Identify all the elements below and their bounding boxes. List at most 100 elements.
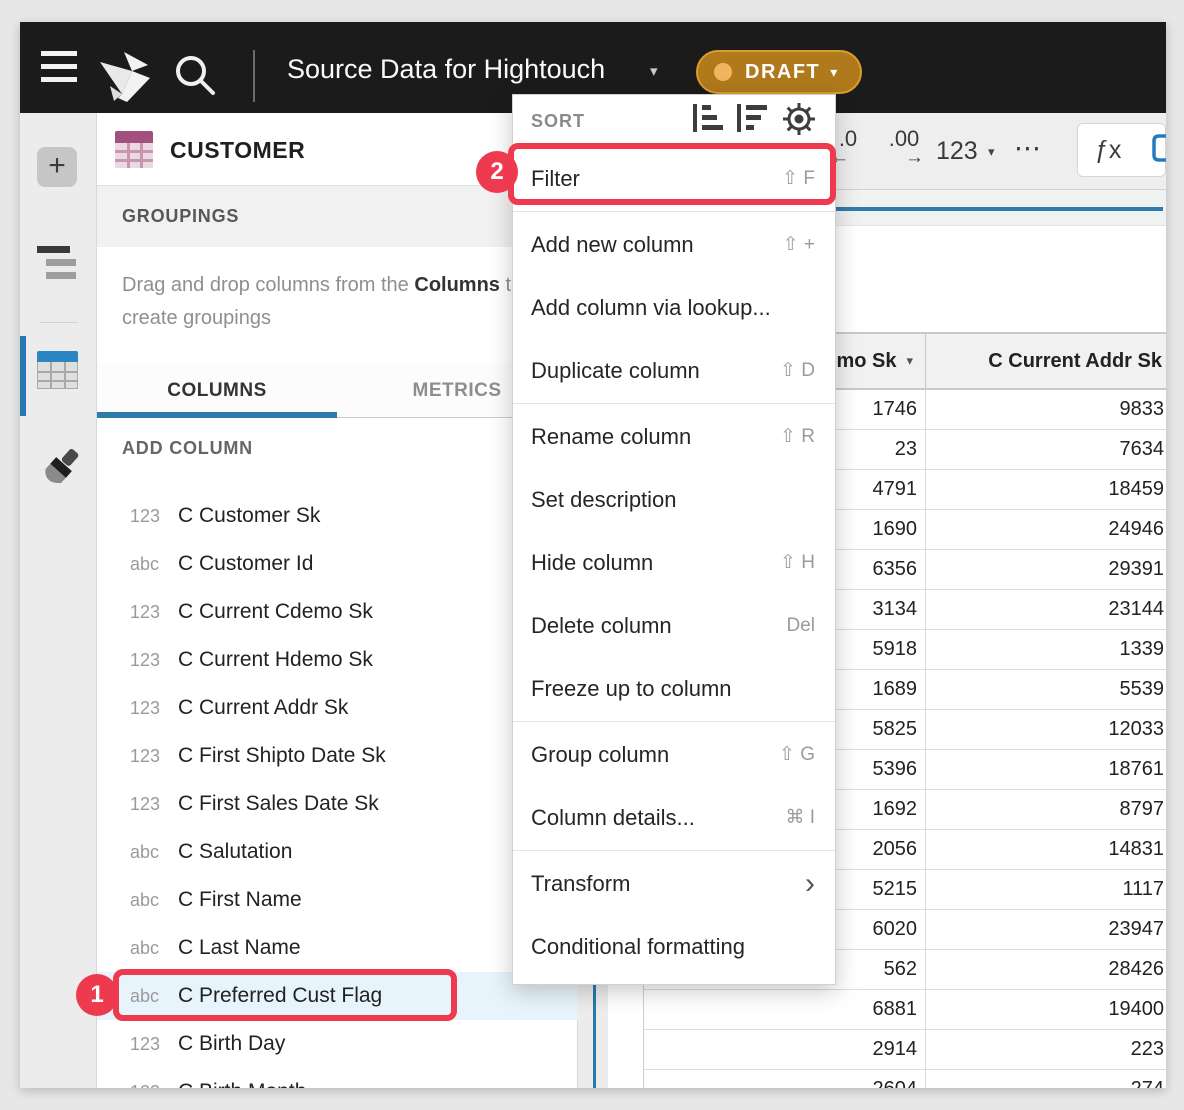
column-label: C Current Hdemo Sk	[178, 648, 373, 672]
add-element-button[interactable]: +	[37, 147, 77, 187]
increase-decimal-arrow-icon: →	[880, 149, 928, 167]
table-row[interactable]: 2914 223	[644, 1030, 1166, 1070]
sort-settings-gear-icon[interactable]	[781, 101, 817, 142]
column-header-addr[interactable]: C Current Addr Sk	[926, 334, 1166, 388]
column-list-item[interactable]: 123 C Birth Month	[97, 1068, 578, 1088]
cell-addr: 28426	[926, 950, 1166, 989]
column-type-badge: abc	[130, 986, 170, 1007]
column-label: C Last Name	[178, 936, 301, 960]
app-window: Source Data for Hightouch ▾ DRAFT ▾ .0 ←…	[20, 22, 1166, 1088]
table-panel-icon[interactable]	[37, 351, 78, 389]
annotation-step-2-badge: 2	[476, 151, 518, 193]
column-list-item[interactable]: 123 C Current Cdemo Sk	[97, 588, 578, 636]
sort-descending-icon[interactable]	[737, 103, 767, 140]
column-label: C Current Cdemo Sk	[178, 600, 373, 624]
cell-addr: 23144	[926, 590, 1166, 629]
cell-hdemo: 2604	[644, 1070, 926, 1088]
number-format-caret-icon[interactable]: ▾	[988, 144, 995, 160]
column-list-item[interactable]: 123 C First Sales Date Sk	[97, 780, 578, 828]
column-label: C Birth Day	[178, 1032, 285, 1056]
sort-ascending-icon[interactable]	[693, 103, 723, 140]
column-list-item[interactable]: abc C Preferred Cust Flag	[97, 972, 578, 1020]
search-icon[interactable]	[172, 52, 218, 103]
column-label: C Birth Month	[178, 1080, 306, 1088]
column-list-item[interactable]: abc C Salutation	[97, 828, 578, 876]
cell-hdemo: 6881	[644, 990, 926, 1029]
more-options-button[interactable]: ⋯	[1014, 133, 1043, 164]
cell-addr: 29391	[926, 550, 1166, 589]
table-row[interactable]: 6881 19400	[644, 990, 1166, 1030]
menu-item[interactable]: Conditional formatting	[513, 915, 835, 978]
add-column-label[interactable]: ADD COLUMN	[122, 438, 253, 459]
menu-item[interactable]: Group column ⇧ G	[513, 723, 835, 786]
column-list-item[interactable]: 123 C Customer Sk	[97, 492, 578, 540]
active-tab-underline	[97, 412, 337, 418]
menu-item[interactable]: Set description	[513, 468, 835, 531]
source-table-icon	[115, 131, 153, 168]
tab-columns[interactable]: COLUMNS	[97, 363, 337, 418]
menu-item[interactable]: Filter ⇧ F	[513, 147, 835, 210]
draft-caret-icon: ▾	[830, 64, 837, 81]
groupings-dropzone[interactable]: Drag and drop columns from the Columns t…	[97, 247, 578, 363]
column-list-item[interactable]: abc C Customer Id	[97, 540, 578, 588]
column-list-item[interactable]: 123 C First Shipto Date Sk	[97, 732, 578, 780]
menu-item[interactable]: Add column via lookup...	[513, 276, 835, 339]
cell-addr: 274	[926, 1070, 1166, 1088]
menu-item-label: Add column via lookup...	[531, 295, 815, 321]
active-panel-indicator	[20, 336, 26, 416]
column-list-item[interactable]: 123 C Birth Day	[97, 1020, 578, 1068]
menu-item[interactable]: Freeze up to column	[513, 657, 835, 720]
cell-hdemo: 2914	[644, 1030, 926, 1069]
title-dropdown-caret-icon[interactable]: ▾	[650, 62, 658, 80]
column-label: C Preferred Cust Flag	[178, 984, 382, 1008]
column-type-badge: 123	[130, 506, 170, 527]
column-type-badge: 123	[130, 794, 170, 815]
increase-decimal-button[interactable]: .00 →	[880, 129, 928, 167]
menu-item[interactable]: Hide column ⇧ H	[513, 531, 835, 594]
menu-item-label: Hide column	[531, 550, 780, 576]
menu-item[interactable]: Add new column ⇧ +	[513, 213, 835, 276]
cell-addr: 5539	[926, 670, 1166, 709]
menu-item[interactable]: Transform ›	[513, 852, 835, 915]
screenshot-stage: Source Data for Hightouch ▾ DRAFT ▾ .0 ←…	[0, 0, 1184, 1110]
menu-item-list: Filter ⇧ F Add new column ⇧ + Add column…	[513, 147, 835, 978]
fx-formula-button[interactable]: ƒx	[1095, 136, 1121, 165]
sort-row: SORT	[513, 95, 835, 147]
table-row[interactable]: 2604 274	[644, 1070, 1166, 1088]
column-header-caret-icon[interactable]: ▾	[906, 353, 913, 369]
draft-status-badge[interactable]: DRAFT ▾	[696, 50, 862, 94]
column-list-item[interactable]: abc C First Name	[97, 876, 578, 924]
menu-item-shortcut: Del	[786, 615, 815, 637]
menu-item-shortcut: ⌘ I	[785, 806, 815, 829]
column-list-item[interactable]: abc C Last Name	[97, 924, 578, 972]
column-list: 123 C Customer Sk abc C Customer Id 123 …	[97, 492, 578, 1088]
outline-panel-icon[interactable]	[37, 246, 79, 282]
column-list-item[interactable]: 123 C Current Hdemo Sk	[97, 636, 578, 684]
column-type-badge: 123	[130, 698, 170, 719]
draft-label: DRAFT	[745, 61, 820, 84]
cell-addr: 18459	[926, 470, 1166, 509]
document-title[interactable]: Source Data for Hightouch	[287, 54, 605, 85]
sigma-logo-icon[interactable]	[100, 52, 152, 107]
menu-item[interactable]: Duplicate column ⇧ D	[513, 339, 835, 402]
menu-item-shortcut: ⇧ F	[782, 167, 815, 190]
column-list-item[interactable]: 123 C Current Addr Sk	[97, 684, 578, 732]
menu-item-label: Freeze up to column	[531, 676, 815, 702]
element-panel: CUSTOMER GROUPINGS Drag and drop columns…	[97, 113, 578, 1088]
dropzone-hint-text: Drag and drop columns from the Columns t…	[122, 269, 562, 335]
column-context-menu: SORT	[512, 94, 836, 985]
column-bracket-icon[interactable]	[1150, 133, 1166, 168]
column-type-badge: 123	[130, 602, 170, 623]
menu-item[interactable]: Rename column ⇧ R	[513, 405, 835, 468]
sort-label: SORT	[531, 111, 679, 132]
format-paintbrush-icon[interactable]	[34, 443, 84, 500]
menu-item[interactable]: Delete column Del	[513, 594, 835, 657]
menu-item[interactable]: Column details... ⌘ I	[513, 786, 835, 849]
groupings-label: GROUPINGS	[122, 206, 239, 227]
cell-addr: 24946	[926, 510, 1166, 549]
menu-separator	[513, 403, 835, 404]
number-format-button[interactable]: 123	[936, 137, 978, 166]
menu-item-shortcut: ⇧ G	[779, 743, 815, 766]
hamburger-menu-icon[interactable]	[41, 51, 77, 85]
cell-addr: 1117	[926, 870, 1166, 909]
